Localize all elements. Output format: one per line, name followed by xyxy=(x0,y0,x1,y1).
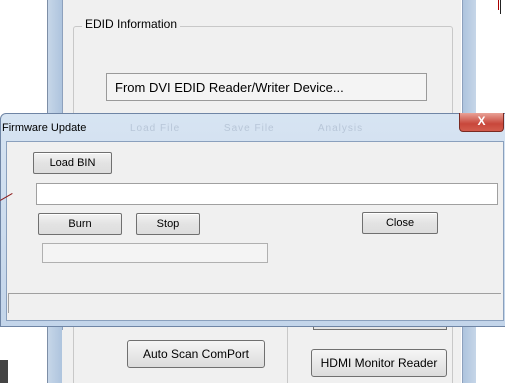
edid-source-text: From DVI EDID Reader/Writer Device... xyxy=(115,80,344,95)
obscured-toolbar: Load File Save File Analysis xyxy=(130,123,403,134)
desktop-mark xyxy=(500,0,501,14)
dialog-title: Firmware Update xyxy=(2,122,87,134)
background-divider xyxy=(287,318,288,383)
status-bar xyxy=(8,293,501,313)
hdmi-monitor-reader-button[interactable]: HDMI Monitor Reader xyxy=(311,349,447,377)
desktop-mark xyxy=(498,0,499,10)
file-path-field[interactable] xyxy=(36,183,498,205)
status-field xyxy=(42,243,268,263)
close-icon: X xyxy=(477,114,486,128)
burn-button[interactable]: Burn xyxy=(38,213,122,235)
desktop-edge xyxy=(0,360,8,383)
title-close-button[interactable]: X xyxy=(459,113,504,132)
close-button[interactable]: Close xyxy=(362,212,438,234)
load-bin-button[interactable]: Load BIN xyxy=(33,152,112,174)
edid-source-field: From DVI EDID Reader/Writer Device... xyxy=(106,73,427,101)
auto-scan-comport-button[interactable]: Auto Scan ComPort xyxy=(127,340,265,368)
obscured-save-file: Save File xyxy=(223,123,275,134)
obscured-load-file: Load File xyxy=(130,123,181,134)
firmware-update-dialog: Load File Save File Analysis Firmware Up… xyxy=(0,113,505,327)
obscured-analysis: Analysis xyxy=(317,123,364,134)
stop-button[interactable]: Stop xyxy=(136,213,200,235)
edid-info-group-title: EDID Information xyxy=(82,17,181,31)
